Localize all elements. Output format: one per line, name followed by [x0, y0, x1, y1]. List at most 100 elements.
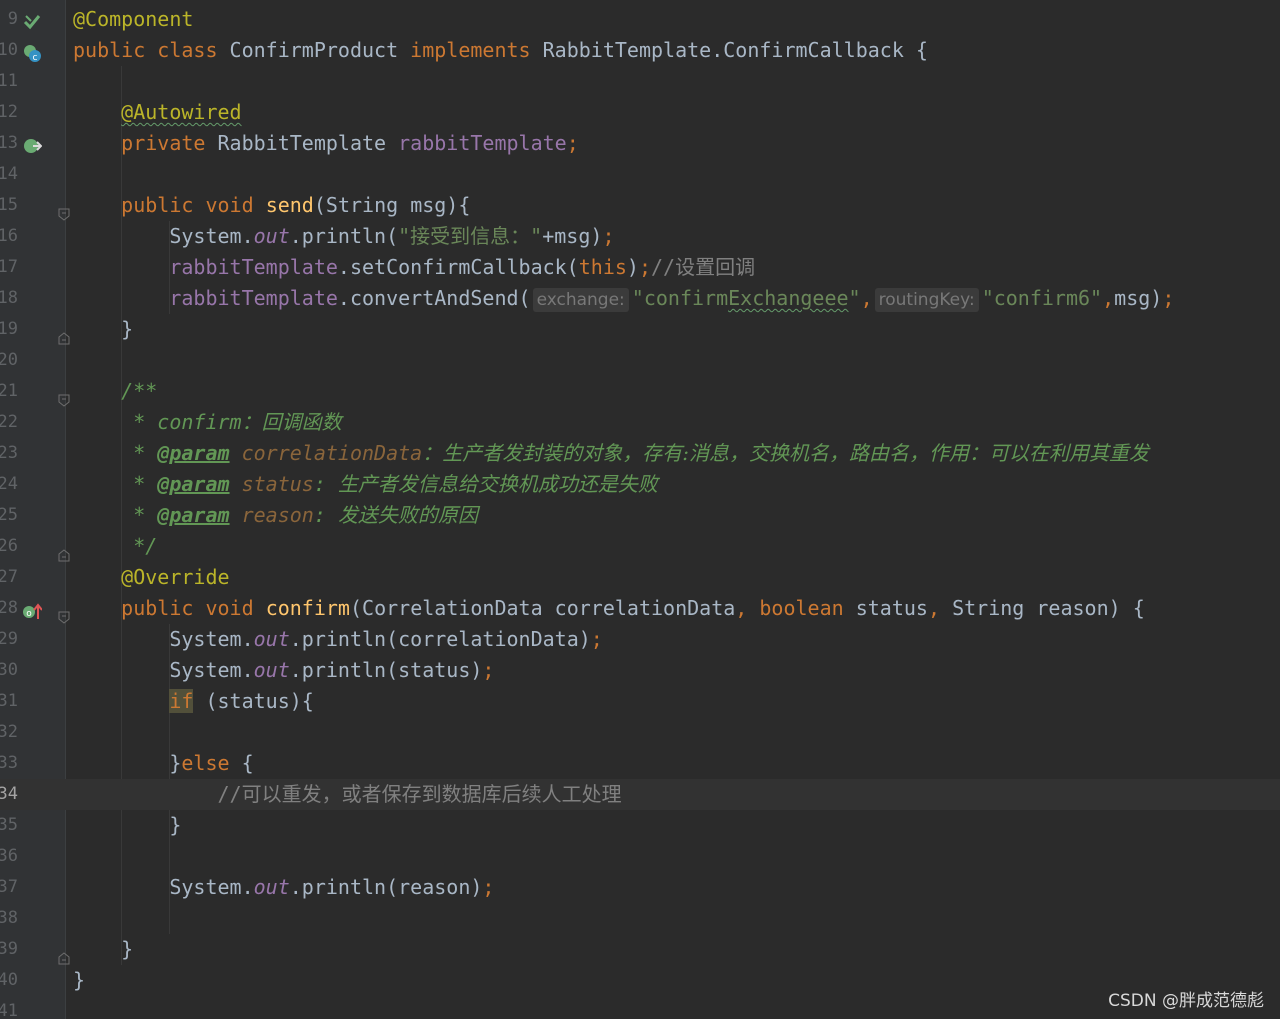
- line-number: 41: [0, 1001, 18, 1019]
- code-text[interactable]: * @param reason: 发送失败的原因: [73, 500, 478, 531]
- fold-end-icon[interactable]: [58, 943, 70, 965]
- code-text[interactable]: public void send(String msg){: [73, 190, 470, 221]
- line-number: 17: [0, 257, 18, 277]
- code-text[interactable]: rabbitTemplate.convertAndSend(exchange: "…: [73, 283, 1174, 314]
- code-line[interactable]: 33 }else {: [0, 748, 1280, 779]
- code-line[interactable]: 28 o public void confirm(CorrelationData …: [0, 593, 1280, 624]
- code-text[interactable]: @Autowired: [73, 97, 241, 128]
- line-number: 32: [0, 722, 18, 742]
- spring-class-icon[interactable]: c: [22, 41, 42, 63]
- code-text[interactable]: * @param status: 生产者发信息给交换机成功还是失败: [73, 469, 658, 500]
- fold-end-icon[interactable]: [58, 323, 70, 345]
- line-number: 22: [0, 412, 18, 432]
- code-line[interactable]: 9 @Component: [0, 4, 1280, 35]
- line-number: 39: [0, 939, 18, 959]
- code-text[interactable]: }: [73, 314, 133, 345]
- code-line[interactable]: 36: [0, 841, 1280, 872]
- code-line[interactable]: 14: [0, 159, 1280, 190]
- code-line[interactable]: 31 if (status){: [0, 686, 1280, 717]
- line-number: 15: [0, 195, 18, 215]
- code-line[interactable]: 15 public void send(String msg){: [0, 190, 1280, 221]
- code-line[interactable]: 39 }: [0, 934, 1280, 965]
- svg-text:o: o: [26, 609, 32, 619]
- code-line[interactable]: 41: [0, 996, 1280, 1019]
- code-line[interactable]: 25 * @param reason: 发送失败的原因: [0, 500, 1280, 531]
- code-line[interactable]: 12 @Autowired: [0, 97, 1280, 128]
- fold-collapse-icon[interactable]: [58, 199, 70, 221]
- code-line[interactable]: 37 System.out.println(reason);: [0, 872, 1280, 903]
- line-number: 10: [0, 40, 18, 60]
- code-line[interactable]: 35 }: [0, 810, 1280, 841]
- code-text[interactable]: public class ConfirmProduct implements R…: [73, 35, 928, 66]
- code-text[interactable]: public void confirm(CorrelationData corr…: [73, 593, 1145, 624]
- code-text[interactable]: }: [73, 965, 85, 996]
- code-line[interactable]: 40}: [0, 965, 1280, 996]
- fold-end-icon[interactable]: [58, 540, 70, 562]
- line-number: 13: [0, 133, 18, 153]
- code-line[interactable]: 22 * confirm：回调函数: [0, 407, 1280, 438]
- line-number: 24: [0, 474, 18, 494]
- code-text[interactable]: }: [73, 810, 181, 841]
- line-number: 36: [0, 846, 18, 866]
- code-line[interactable]: 18 rabbitTemplate.convertAndSend(exchang…: [0, 283, 1280, 314]
- line-number: 12: [0, 102, 18, 122]
- code-line[interactable]: 10 c public class ConfirmProduct implement…: [0, 35, 1280, 66]
- code-text[interactable]: }: [73, 934, 133, 965]
- line-number: 21: [0, 381, 18, 401]
- code-editor[interactable]: 9 @Component 10 c public class ConfirmProduc…: [0, 0, 1280, 1019]
- code-text[interactable]: /**: [73, 376, 157, 407]
- line-number: 27: [0, 567, 18, 587]
- autowired-navigate-icon[interactable]: [22, 134, 43, 154]
- fold-collapse-icon[interactable]: [58, 602, 70, 624]
- line-number: 31: [0, 691, 18, 711]
- line-number: 40: [0, 970, 18, 990]
- code-text[interactable]: * confirm：回调函数: [73, 407, 341, 438]
- code-line[interactable]: 27 @Override: [0, 562, 1280, 593]
- code-text[interactable]: */: [73, 531, 157, 562]
- parameter-hint: exchange:: [532, 288, 629, 312]
- code-text[interactable]: System.out.println(reason);: [73, 872, 494, 903]
- code-text[interactable]: //可以重发，或者保存到数据库后续人工处理: [73, 779, 622, 810]
- line-number: 19: [0, 319, 18, 339]
- spring-bean-icon[interactable]: [22, 10, 42, 30]
- code-line[interactable]: 34 //可以重发，或者保存到数据库后续人工处理: [0, 779, 1280, 810]
- code-text[interactable]: private RabbitTemplate rabbitTemplate;: [73, 128, 579, 159]
- code-text[interactable]: }else {: [73, 748, 253, 779]
- code-text[interactable]: System.out.println(status);: [73, 655, 494, 686]
- line-number: 38: [0, 908, 18, 928]
- code-text[interactable]: @Override: [73, 562, 229, 593]
- code-line[interactable]: 21 /**: [0, 376, 1280, 407]
- code-text[interactable]: rabbitTemplate.setConfirmCallback(this);…: [73, 252, 755, 283]
- watermark: CSDN @胖成范德彪: [1108, 991, 1264, 1011]
- code-line[interactable]: 17 rabbitTemplate.setConfirmCallback(thi…: [0, 252, 1280, 283]
- code-line[interactable]: 24 * @param status: 生产者发信息给交换机成功还是失败: [0, 469, 1280, 500]
- line-number: 23: [0, 443, 18, 463]
- code-line[interactable]: 23 * @param correlationData：生产者发封装的对象，存有…: [0, 438, 1280, 469]
- code-text[interactable]: if (status){: [73, 686, 314, 717]
- code-line[interactable]: 26 */: [0, 531, 1280, 562]
- parameter-hint: routingKey:: [874, 288, 979, 312]
- code-line[interactable]: 38: [0, 903, 1280, 934]
- code-text[interactable]: System.out.println(correlationData);: [73, 624, 603, 655]
- code-line[interactable]: 13 private RabbitTemplate rabbitTemplate…: [0, 128, 1280, 159]
- line-number: 34: [0, 784, 18, 804]
- code-line[interactable]: 29 System.out.println(correlationData);: [0, 624, 1280, 655]
- fold-collapse-icon[interactable]: [58, 385, 70, 407]
- line-number: 30: [0, 660, 18, 680]
- line-number: 26: [0, 536, 18, 556]
- code-line[interactable]: 11: [0, 66, 1280, 97]
- line-number: 18: [0, 288, 18, 308]
- code-text[interactable]: System.out.println("接受到信息："+msg);: [73, 221, 614, 252]
- svg-text:c: c: [33, 53, 38, 63]
- line-number: 9: [7, 9, 18, 29]
- line-number: 14: [0, 164, 18, 184]
- code-text[interactable]: @Component: [73, 4, 193, 35]
- line-number: 33: [0, 753, 18, 773]
- code-line[interactable]: 16 System.out.println("接受到信息："+msg);: [0, 221, 1280, 252]
- override-method-icon[interactable]: o: [22, 599, 43, 619]
- code-line[interactable]: 30 System.out.println(status);: [0, 655, 1280, 686]
- code-line[interactable]: 32: [0, 717, 1280, 748]
- code-line[interactable]: 19 }: [0, 314, 1280, 345]
- code-text[interactable]: * @param correlationData：生产者发封装的对象，存有:消息…: [73, 438, 1149, 469]
- code-line[interactable]: 20: [0, 345, 1280, 376]
